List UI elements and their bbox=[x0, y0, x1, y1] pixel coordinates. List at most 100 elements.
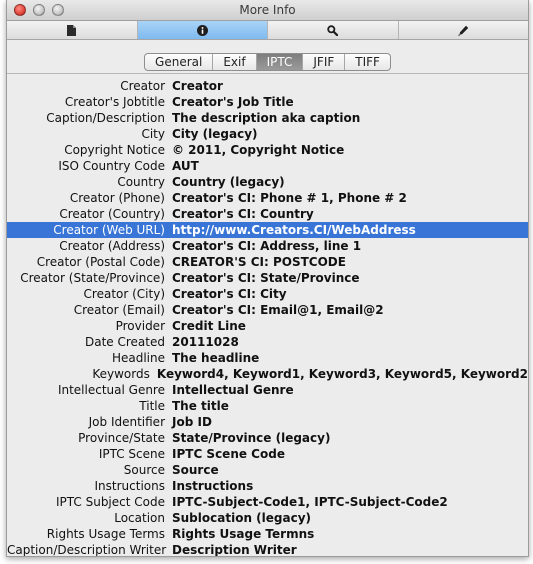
field-value: Creator's CI: City bbox=[172, 287, 287, 301]
field-label: Creator (Email) bbox=[73, 303, 165, 317]
field-label: Creator (Phone) bbox=[69, 191, 165, 205]
field-value: Sublocation (legacy) bbox=[172, 511, 312, 525]
field-value: Creator's CI: Address, line 1 bbox=[172, 239, 362, 253]
tab-exif[interactable]: Exif bbox=[213, 54, 257, 70]
field-label: Caption/Description bbox=[46, 111, 165, 125]
field-label: Creator (Postal Code) bbox=[36, 255, 165, 269]
field-label: Caption/Description Writer bbox=[7, 543, 167, 557]
document-icon bbox=[67, 21, 77, 40]
metadata-row[interactable]: Creator (Phone) Creator's CI: Phone # 1, … bbox=[7, 190, 528, 206]
field-label: Creator (State/Province) bbox=[20, 271, 165, 285]
metadata-row[interactable]: IPTC Subject Code IPTC-Subject-Code1, IPT… bbox=[7, 494, 528, 510]
field-value: The headline bbox=[172, 351, 260, 365]
field-label: Source bbox=[123, 463, 165, 477]
field-label: Headline bbox=[111, 351, 165, 365]
metadata-row[interactable]: Creator (Address) Creator's CI: Address, … bbox=[7, 238, 528, 254]
field-value: City (legacy) bbox=[172, 127, 258, 141]
field-label: Creator (City) bbox=[83, 287, 165, 301]
metadata-row[interactable]: Country Country (legacy) bbox=[7, 174, 528, 190]
tab-general[interactable]: General bbox=[145, 54, 214, 70]
field-label: Creator bbox=[120, 79, 165, 93]
more-info-window: More Info General Exif IPTC JFIF TIFF Creato… bbox=[6, 0, 529, 557]
field-value: The description aka caption bbox=[172, 111, 361, 125]
field-value: 20111028 bbox=[172, 335, 239, 349]
tab-tiff[interactable]: TIFF bbox=[345, 54, 390, 70]
field-label: Title bbox=[139, 399, 165, 413]
metadata-row[interactable]: Creator's Jobtitle Creator's Job Title bbox=[7, 94, 528, 110]
field-value: © 2011, Copyright Notice bbox=[172, 143, 345, 157]
field-label: Rights Usage Terms bbox=[46, 527, 165, 541]
field-value: IPTC-Subject-Code1, IPTC-Subject-Code2 bbox=[172, 495, 448, 509]
field-label: Keywords bbox=[92, 367, 150, 381]
metadata-list: Creator Creator Creator's Jobtitle Creator'… bbox=[7, 74, 528, 557]
tabs-row: General Exif IPTC JFIF TIFF bbox=[7, 40, 528, 74]
metadata-row[interactable]: Province/State State/Province (legacy) bbox=[7, 430, 528, 446]
field-label: Creator's Jobtitle bbox=[64, 95, 165, 109]
metadata-row[interactable]: Creator (State/Province) Creator's CI: St… bbox=[7, 270, 528, 286]
metadata-row[interactable]: Creator (Postal Code) CREATOR'S CI: POSTC… bbox=[7, 254, 528, 270]
field-label: Instructions bbox=[94, 479, 165, 493]
field-value: Rights Usage Termns bbox=[172, 527, 315, 541]
metadata-row[interactable]: Source Source bbox=[7, 462, 528, 478]
search-icon bbox=[327, 21, 339, 40]
info-tab-button[interactable] bbox=[137, 21, 268, 39]
edit-tab-button[interactable] bbox=[399, 21, 529, 39]
field-value: Job ID bbox=[172, 415, 212, 429]
metadata-row[interactable]: Title The title bbox=[7, 398, 528, 414]
metadata-row[interactable]: Headline The headline bbox=[7, 350, 528, 366]
metadata-row[interactable]: Date Created 20111028 bbox=[7, 334, 528, 350]
field-value: Instructions bbox=[172, 479, 254, 493]
field-value: Creator's CI: Country bbox=[172, 207, 314, 221]
field-label: Job Identifier bbox=[88, 415, 165, 429]
field-value: Credit Line bbox=[172, 319, 246, 333]
field-value: Creator's Job Title bbox=[172, 95, 294, 109]
search-tab-button[interactable] bbox=[268, 21, 399, 39]
pen-icon bbox=[457, 21, 469, 40]
field-value: CREATOR'S CI: POSTCODE bbox=[172, 255, 346, 269]
field-value: Country (legacy) bbox=[172, 175, 285, 189]
metadata-row[interactable]: Creator (Web URL) http://www.Creators.CI/… bbox=[7, 222, 528, 238]
metadata-row[interactable]: Creator Creator bbox=[7, 78, 528, 94]
field-label: City bbox=[141, 127, 165, 141]
tab-iptc[interactable]: IPTC bbox=[256, 54, 304, 70]
field-label: Creator (Web URL) bbox=[53, 223, 165, 237]
metadata-row[interactable]: City City (legacy) bbox=[7, 126, 528, 142]
metadata-row[interactable]: Keywords Keyword4, Keyword1, Keyword3, Ke… bbox=[7, 366, 528, 382]
field-label: Copyright Notice bbox=[64, 143, 165, 157]
metadata-row[interactable]: IPTC Scene IPTC Scene Code bbox=[7, 446, 528, 462]
metadata-row[interactable]: ISO Country Code AUT bbox=[7, 158, 528, 174]
field-label: Date Created bbox=[85, 335, 165, 349]
metadata-row[interactable]: Job Identifier Job ID bbox=[7, 414, 528, 430]
field-value: Creator's CI: State/Province bbox=[172, 271, 360, 285]
field-label: Provider bbox=[115, 319, 165, 333]
field-value: IPTC Scene Code bbox=[172, 447, 285, 461]
metadata-row[interactable]: Copyright Notice © 2011, Copyright Notice bbox=[7, 142, 528, 158]
field-value: AUT bbox=[172, 159, 199, 173]
field-value: The title bbox=[172, 399, 229, 413]
toolbar bbox=[7, 21, 528, 40]
metadata-row[interactable]: Caption/Description The description aka c… bbox=[7, 110, 528, 126]
field-label: IPTC Subject Code bbox=[56, 495, 165, 509]
metadata-row[interactable]: Location Sublocation (legacy) bbox=[7, 510, 528, 526]
field-label: Intellectual Genre bbox=[57, 383, 165, 397]
metadata-row[interactable]: Intellectual Genre Intellectual Genre bbox=[7, 382, 528, 398]
field-value: State/Province (legacy) bbox=[172, 431, 331, 445]
metadata-row[interactable]: Instructions Instructions bbox=[7, 478, 528, 494]
field-value: Description Writer bbox=[172, 543, 297, 557]
field-label: IPTC Scene bbox=[98, 447, 165, 461]
metadata-row[interactable]: Provider Credit Line bbox=[7, 318, 528, 334]
tab-jfif[interactable]: JFIF bbox=[303, 54, 346, 70]
metadata-row[interactable]: Caption/Description Writer Description Wr… bbox=[7, 542, 528, 557]
metadata-row[interactable]: Creator (Country) Creator's CI: Country bbox=[7, 206, 528, 222]
field-label: ISO Country Code bbox=[58, 159, 165, 173]
field-value: Source bbox=[172, 463, 219, 477]
metadata-row[interactable]: Rights Usage Terms Rights Usage Termns bbox=[7, 526, 528, 542]
field-value: Creator's CI: Phone # 1, Phone # 2 bbox=[172, 191, 407, 205]
window-title: More Info bbox=[239, 3, 296, 17]
document-tab-button[interactable] bbox=[7, 21, 138, 39]
metadata-row[interactable]: Creator (Email) Creator's CI: Email@1, Em… bbox=[7, 302, 528, 318]
segmented-tab-control: General Exif IPTC JFIF TIFF bbox=[144, 53, 391, 71]
title-bar: More Info bbox=[7, 0, 528, 21]
metadata-row[interactable]: Creator (City) Creator's CI: City bbox=[7, 286, 528, 302]
field-label: Location bbox=[114, 511, 165, 525]
